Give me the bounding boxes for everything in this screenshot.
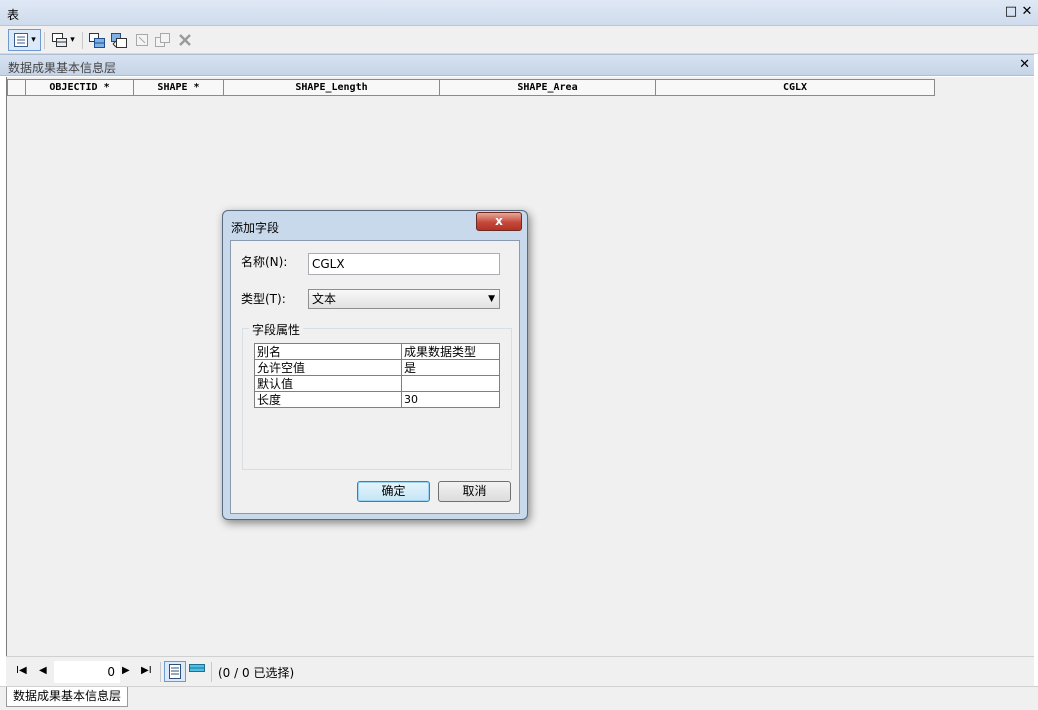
- row-selector-header[interactable]: [7, 79, 26, 96]
- layer-bottom-tab[interactable]: 数据成果基本信息层: [6, 687, 129, 707]
- table-row[interactable]: 长度 30: [254, 391, 500, 408]
- related-tables-button[interactable]: ▾: [48, 29, 78, 51]
- property-key: 允许空值: [254, 359, 402, 376]
- toolbar-divider: [44, 32, 45, 49]
- property-value[interactable]: 是: [401, 359, 500, 376]
- table-toolbar: ▾ ▾: [0, 26, 1038, 54]
- layer-tab-title: 数据成果基本信息层: [8, 61, 117, 75]
- column-header-shape-area[interactable]: SHAPE_Area: [440, 79, 656, 96]
- show-selected-records-icon: [189, 664, 205, 672]
- nav-divider: [211, 662, 212, 682]
- selection-status: (0 / 0 已选择): [218, 666, 295, 680]
- table-options-button[interactable]: ▾: [8, 29, 41, 51]
- show-all-records-icon: [169, 664, 181, 679]
- show-selected-records-button[interactable]: [187, 661, 209, 682]
- first-record-icon[interactable]: I◀: [16, 665, 27, 677]
- property-key: 默认值: [254, 375, 402, 392]
- clear-selection-icon: [136, 34, 148, 46]
- window-edge: [1034, 54, 1038, 686]
- last-record-icon[interactable]: ▶I: [141, 665, 152, 677]
- table-row[interactable]: 别名 成果数据类型: [254, 343, 500, 360]
- nav-divider: [160, 662, 161, 682]
- column-header-shape-length[interactable]: SHAPE_Length: [224, 79, 440, 96]
- dialog-title: 添加字段: [231, 221, 280, 235]
- column-header-cglx[interactable]: CGLX: [656, 79, 935, 96]
- property-value[interactable]: 成果数据类型: [401, 343, 500, 360]
- name-label: 名称(N):: [241, 255, 288, 269]
- cancel-button[interactable]: 取消: [438, 481, 511, 502]
- chevron-down-icon: ▼: [488, 294, 495, 304]
- column-header-objectid[interactable]: OBJECTID *: [26, 79, 134, 96]
- dialog-close-button[interactable]: x: [476, 212, 522, 231]
- delete-selected-icon: [179, 34, 191, 46]
- delete-selected-button[interactable]: [176, 29, 194, 51]
- record-navigation-bar: I◀ ◀ 0 ▶ ▶I (0 / 0 已选择): [6, 656, 1034, 686]
- select-by-attributes-button[interactable]: [87, 29, 107, 51]
- column-header-shape[interactable]: SHAPE *: [134, 79, 224, 96]
- switch-selection-button[interactable]: [109, 29, 129, 51]
- table-row[interactable]: 允许空值 是: [254, 359, 500, 376]
- property-value[interactable]: [401, 375, 500, 392]
- related-tables-icon: [52, 33, 68, 47]
- close-table-icon[interactable]: ✕: [1019, 57, 1030, 72]
- field-type-value: 文本: [312, 292, 337, 306]
- table-row[interactable]: 默认值: [254, 375, 500, 392]
- add-field-dialog: 添加字段 x 名称(N): CGLX 类型(T): 文本 ▼ 字段属性 别名 成…: [222, 210, 528, 520]
- property-value[interactable]: 30: [401, 391, 500, 408]
- field-name-input[interactable]: CGLX: [308, 253, 500, 275]
- chevron-down-icon: ▾: [70, 35, 75, 45]
- window-title: 表: [7, 8, 20, 22]
- dialog-body: 名称(N): CGLX 类型(T): 文本 ▼ 字段属性 别名 成果数据类型 允…: [230, 240, 520, 514]
- zoom-to-selected-button[interactable]: [153, 29, 173, 51]
- table-options-icon: [14, 33, 29, 47]
- layer-tab-header: 数据成果基本信息层 ✕: [0, 54, 1038, 76]
- grid-header-row: OBJECTID * SHAPE * SHAPE_Length SHAPE_Ar…: [7, 79, 935, 96]
- field-properties-group: 字段属性 别名 成果数据类型 允许空值 是 默认值 长度 30: [242, 321, 512, 470]
- field-properties-table: 别名 成果数据类型 允许空值 是 默认值 长度 30: [254, 343, 500, 408]
- toolbar-divider: [82, 32, 83, 49]
- restore-icon[interactable]: □: [1004, 5, 1018, 19]
- clear-selection-button[interactable]: [133, 29, 151, 51]
- select-by-attributes-icon: [89, 32, 105, 48]
- property-key: 别名: [254, 343, 402, 360]
- close-window-icon[interactable]: ✕: [1020, 5, 1034, 19]
- bottom-tab-strip: 数据成果基本信息层: [0, 686, 1038, 710]
- next-record-icon[interactable]: ▶: [122, 665, 130, 677]
- chevron-down-icon: ▾: [31, 35, 36, 45]
- previous-record-icon[interactable]: ◀: [39, 665, 47, 677]
- show-all-records-button[interactable]: [164, 661, 186, 682]
- zoom-to-selected-icon: [155, 32, 170, 47]
- type-label: 类型(T):: [241, 292, 286, 306]
- ok-button[interactable]: 确定: [357, 481, 430, 502]
- field-type-select[interactable]: 文本 ▼: [308, 289, 500, 309]
- field-properties-legend: 字段属性: [249, 321, 304, 338]
- window-title-bar: 表 □ ✕: [0, 0, 1038, 26]
- property-key: 长度: [254, 391, 402, 408]
- current-record-input[interactable]: 0: [54, 661, 120, 683]
- switch-selection-icon: [111, 32, 127, 48]
